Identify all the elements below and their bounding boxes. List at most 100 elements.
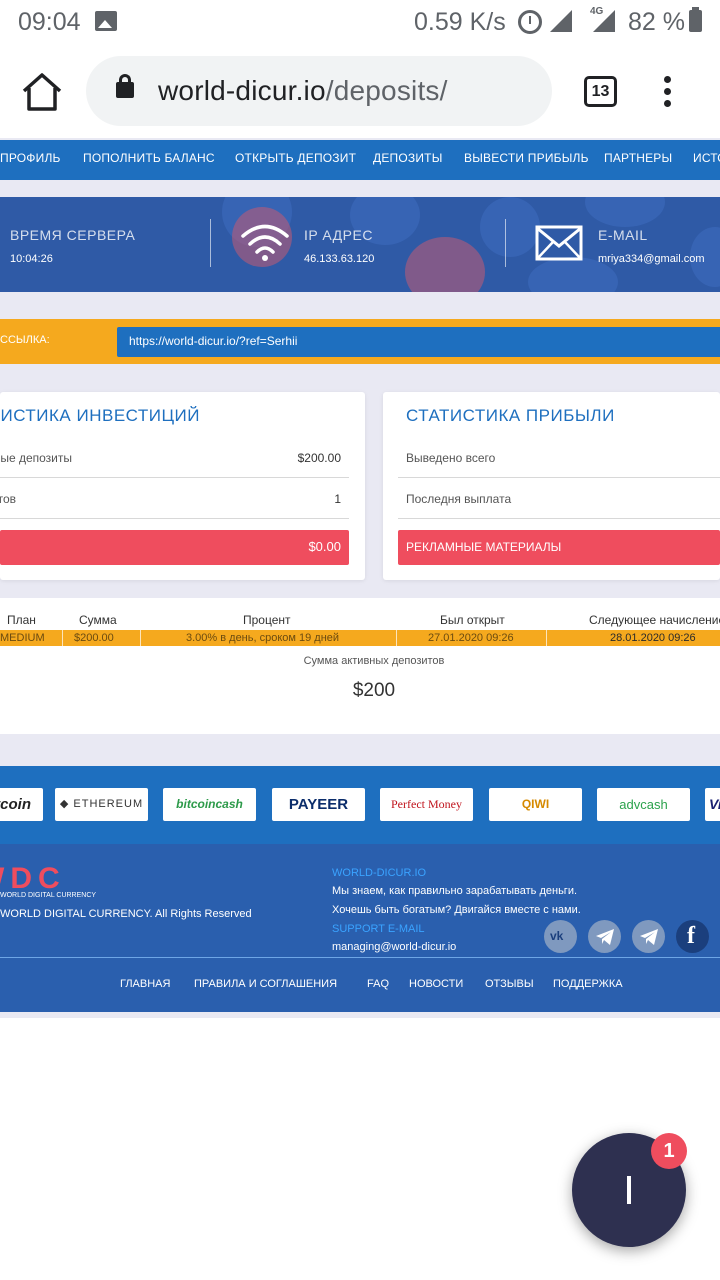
server-time-value: 10:04:26 (10, 253, 53, 265)
telegram-channel-button[interactable] (632, 920, 665, 953)
footer-logo-subtitle: WORLD DIGITAL CURRENCY (0, 892, 97, 899)
active-deposits-total-label: Сумма активных депозитов (303, 655, 445, 667)
footer-nav-reviews[interactable]: ОТЗЫВЫ (485, 978, 534, 990)
ethereum-diamond-icon: ◆ (59, 798, 74, 810)
stats-row: Последня выплата (398, 478, 720, 519)
stats-row-label: Последня выплата (406, 492, 512, 506)
stats-row-label: Выведено всего (406, 451, 496, 465)
payment-systems-strip: bitcoin ◆ ETHEREUM bitcoincash PAYEER Pe… (0, 766, 720, 844)
vk-button[interactable]: vk (544, 920, 577, 953)
nav-withdraw[interactable]: ВЫВЕСТИ ПРИБЫЛЬ (464, 151, 589, 165)
alarm-icon (518, 10, 542, 34)
investment-stats-card: СТАТИСТИКА ИНВЕСТИЦИЙ Активные депозиты … (0, 392, 365, 580)
footer: WDC WORLD DIGITAL CURRENCY WORLD DIGITAL… (0, 844, 720, 1012)
chat-icon (627, 1176, 631, 1204)
signal-4g-icon (593, 10, 615, 32)
image-notification-icon (95, 11, 117, 31)
footer-nav-faq[interactable]: FAQ (367, 978, 389, 990)
site-nav: ПРОФИЛЬ ПОПОЛНИТЬ БАЛАНС ОТКРЫТЬ ДЕПОЗИТ… (0, 140, 720, 180)
divider (396, 630, 397, 646)
footer-site-heading: WORLD-DICUR.IO (332, 867, 427, 879)
facebook-icon: f (687, 923, 695, 949)
status-bar: 09:04 0.59 K/s 4G 82 % (0, 0, 720, 44)
coin-decoration (480, 197, 540, 257)
payeer-logo: PAYEER (272, 788, 365, 821)
browser-toolbar: world-dicur.io/deposits/ 13 (0, 44, 720, 138)
home-icon (22, 73, 62, 111)
coin-decoration (405, 237, 485, 292)
referral-label: ССЫЛКА: (0, 334, 50, 346)
coin-decoration (585, 197, 665, 227)
bitcoin-logo: bitcoin (0, 788, 43, 821)
active-deposits-total-value: $200 (352, 680, 396, 701)
stats-row-value: $200.00 (297, 451, 341, 465)
support-email-heading: SUPPORT E-MAIL (332, 923, 425, 935)
ethereum-label: ETHEREUM (73, 798, 144, 810)
deposit-next-accrual: 28.01.2020 09:26 (610, 632, 696, 644)
url-host: world-dicur.io (158, 75, 326, 106)
balance-button[interactable]: $0.00 (0, 530, 349, 565)
footer-slogan-2: Хочешь быть богатым? Двигайся вместе с н… (332, 904, 581, 916)
investment-stats-title: СТАТИСТИКА ИНВЕСТИЦИЙ (0, 406, 200, 425)
battery-percent: 82 % (628, 8, 685, 36)
table-header: Процент (243, 613, 291, 627)
support-email[interactable]: managing@world-dicur.io (332, 941, 456, 953)
nav-profile[interactable]: ПРОФИЛЬ (0, 151, 61, 165)
server-info-banner: ВРЕМЯ СЕРВЕРА 10:04:26 IP АДРЕС 46.133.6… (0, 197, 720, 292)
footer-slogan-1: Мы знаем, как правильно зарабатывать ден… (332, 885, 578, 897)
stats-row: Активные депозиты $200.00 (0, 437, 349, 478)
profit-stats-title: СТАТИСТИКА ПРИБЫЛИ (406, 406, 615, 425)
referral-strip: ССЫЛКА: https://world-dicur.io/?ref=Serh… (0, 319, 720, 364)
table-header: Был открыт (440, 613, 505, 627)
server-time-label: ВРЕМЯ СЕРВЕРА (10, 227, 136, 243)
battery-icon (689, 7, 702, 32)
nav-history[interactable]: ИСТОРИЯ (693, 151, 720, 165)
telegram-icon (596, 929, 614, 945)
footer-divider (0, 957, 720, 958)
address-bar[interactable]: world-dicur.io/deposits/ (86, 56, 552, 126)
footer-logo: WDC (0, 862, 76, 895)
chat-unread-badge: 1 (651, 1133, 687, 1169)
nav-deposits[interactable]: ДЕПОЗИТЫ (373, 151, 443, 165)
footer-nav-home[interactable]: ГЛАВНАЯ (120, 978, 170, 990)
footer-nav-news[interactable]: НОВОСТИ (409, 978, 463, 990)
table-header: План (7, 613, 36, 627)
footer-logo-text: WDC (0, 862, 66, 895)
telegram-button[interactable] (588, 920, 621, 953)
home-button[interactable] (20, 72, 64, 112)
promo-materials-button[interactable]: РЕКЛАМНЫЕ МАТЕРИАЛЫ (398, 530, 720, 565)
nav-deposit-balance[interactable]: ПОПОЛНИТЬ БАЛАНС (83, 151, 215, 165)
facebook-button[interactable]: f (676, 920, 709, 953)
table-header: Следующее начисление (589, 613, 720, 627)
divider (210, 219, 211, 267)
stats-row-label: Активные депозиты (0, 451, 72, 465)
wifi-icon (241, 224, 289, 261)
tab-switcher-button[interactable]: 13 (584, 76, 617, 107)
ip-value: 46.133.63.120 (304, 253, 375, 265)
nav-open-deposit[interactable]: ОТКРЫТЬ ДЕПОЗИТ (235, 151, 356, 165)
stats-row: Выведено всего (398, 437, 720, 478)
page: 09:04 0.59 K/s 4G 82 % world-dicur.io/de… (0, 0, 720, 1280)
table-row: MEDIUM $200.00 3.00% в день, сроком 19 д… (0, 630, 720, 646)
table-header: Сумма (79, 613, 117, 627)
url-path: /deposits/ (325, 75, 448, 106)
vk-icon: vk (550, 929, 564, 943)
signal-icon (550, 10, 572, 32)
status-time: 09:04 (18, 8, 81, 36)
nav-partners[interactable]: ПАРТНЕРЫ (604, 151, 672, 165)
divider (62, 630, 63, 646)
email-value: mriya334@gmail.com (598, 253, 705, 265)
deposit-amount: $200.00 (74, 632, 114, 644)
advcash-logo: advcash (597, 788, 690, 821)
copyright-text: WORLD DIGITAL CURRENCY. All Rights Reser… (0, 908, 252, 920)
menu-icon[interactable] (664, 76, 672, 108)
perfect-money-logo: Perfect Money (380, 788, 473, 821)
ethereum-logo: ◆ ETHEREUM (55, 788, 148, 821)
footer-nav-rules[interactable]: ПРАВИЛА И СОГЛАШЕНИЯ (194, 978, 337, 990)
referral-link-field[interactable]: https://world-dicur.io/?ref=Serhii (117, 327, 720, 357)
stats-row: Всего депозитов 1 (0, 478, 349, 519)
network-speed: 0.59 K/s (414, 8, 506, 36)
url-text: world-dicur.io/deposits/ (158, 75, 448, 107)
footer-nav-support[interactable]: ПОДДЕРЖКА (553, 978, 623, 990)
deposit-opened: 27.01.2020 09:26 (428, 632, 514, 644)
